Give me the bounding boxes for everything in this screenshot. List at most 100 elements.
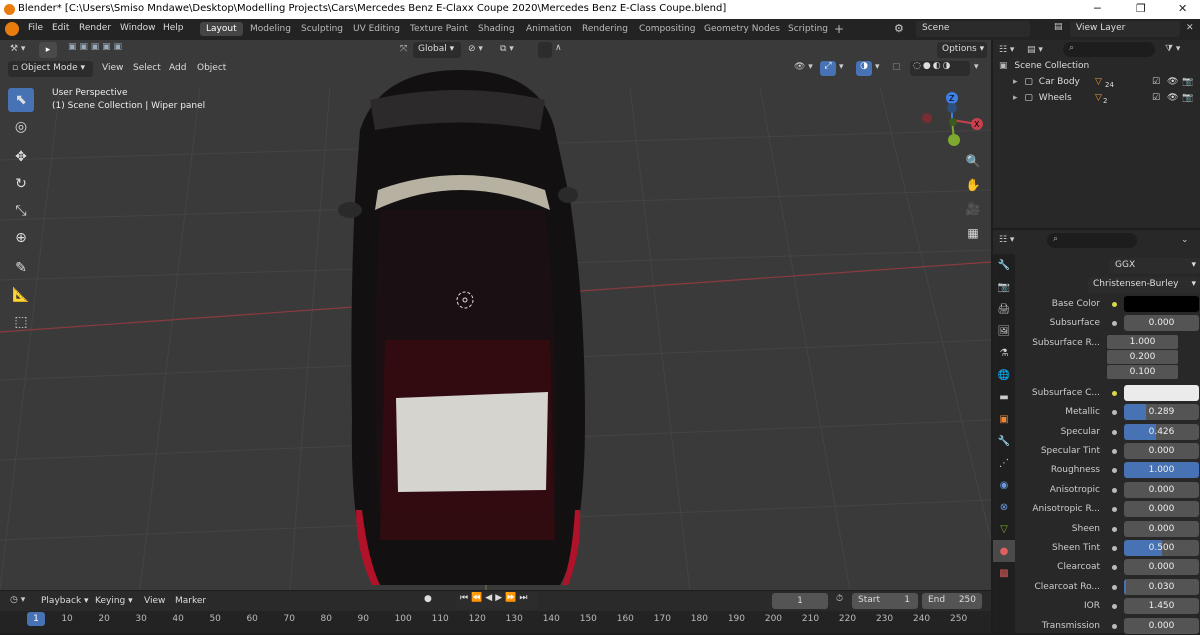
value-slider[interactable]: 0.000 [1124, 520, 1199, 537]
outliner-item-wheels[interactable]: ▸ ▢ Wheels ▽ 2 ☑ 👁 📷 [999, 93, 1195, 109]
view-layer-selector[interactable]: View Layer [1070, 21, 1180, 37]
mode-dropdown[interactable]: ▫ Object Mode ▾ [8, 61, 93, 77]
include-checkbox[interactable]: ☑ [1152, 93, 1160, 103]
value-slider[interactable]: 0.000 [1124, 617, 1199, 634]
end-frame-field[interactable]: End 250 [922, 593, 982, 609]
menu-window[interactable]: Window [120, 23, 156, 33]
tab-layout[interactable]: Layout [200, 22, 243, 36]
gizmo-toggle-icon[interactable]: ⤢ [820, 61, 836, 76]
output-tab-icon[interactable]: 🖨 [993, 298, 1015, 320]
add-cube-tool-icon[interactable]: ⬚ [8, 310, 34, 334]
options-dropdown[interactable]: Options ▾ [937, 42, 987, 58]
physics-tab-icon[interactable]: ◉ [993, 474, 1015, 496]
rotate-tool-icon[interactable]: ↻ [8, 172, 34, 196]
keyframe-dot-icon[interactable] [1112, 526, 1117, 532]
tab-geometry-nodes[interactable]: Geometry Nodes [698, 22, 786, 36]
scale-tool-icon[interactable]: ⤡ [8, 199, 34, 223]
menu-help[interactable]: Help [163, 23, 184, 33]
outliner-search-input[interactable]: ⌕ [1063, 42, 1155, 57]
gizmo-y-icon[interactable] [948, 134, 960, 146]
transform-tool-icon[interactable]: ⊕ [8, 226, 34, 250]
timeline-menu-view[interactable]: View [144, 596, 165, 606]
gizmo-dropdown-icon[interactable]: ▾ [839, 62, 844, 72]
keyframe-dot-icon[interactable] [1112, 487, 1117, 493]
cursor-tool-icon[interactable]: ◎ [8, 115, 34, 139]
pivot-point-icon[interactable]: ⊘ ▾ [468, 44, 483, 54]
tab-uv-editing[interactable]: UV Editing [347, 22, 406, 36]
maximize-icon[interactable]: ❐ [1136, 2, 1146, 15]
texture-tab-icon[interactable]: ▩ [993, 562, 1015, 584]
outliner-editor-icon[interactable]: ☷ ▾ [999, 45, 1014, 55]
overlays-dropdown-icon[interactable]: ▾ [875, 62, 880, 72]
keyframe-dot-icon[interactable] [1112, 410, 1117, 416]
proportional-edit-icon[interactable] [538, 42, 552, 58]
tab-texture-paint[interactable]: Texture Paint [404, 22, 474, 36]
tab-animation[interactable]: Animation [520, 22, 578, 36]
ortho-toggle-icon[interactable]: ▦ [962, 222, 984, 244]
menu-render[interactable]: Render [79, 23, 111, 33]
keyframe-dot-icon[interactable] [1112, 449, 1117, 454]
value-slider[interactable]: 0.500 [1124, 540, 1199, 556]
select-box-icon[interactable]: ▸ [39, 42, 57, 58]
color-swatch[interactable] [1124, 384, 1199, 401]
keyframe-dot-icon[interactable] [1112, 565, 1117, 571]
world-tab-icon[interactable]: 🌐 [993, 364, 1015, 386]
filter-icon[interactable]: ⧩ ▾ [1165, 44, 1180, 54]
expand-arrow-icon[interactable]: ▸ [1013, 93, 1018, 103]
object-tab-icon[interactable]: ▣ [993, 408, 1015, 430]
visibility-icon[interactable]: 👁 ▾ [794, 62, 813, 72]
keyframe-dot-icon[interactable] [1112, 429, 1117, 435]
tab-compositing[interactable]: Compositing [633, 22, 701, 36]
tab-sculpting[interactable]: Sculpting [295, 22, 349, 36]
editor-type-icon[interactable]: ⚒ ▾ [10, 44, 25, 54]
render-tab-icon[interactable]: 📷 [993, 276, 1015, 298]
add-workspace-icon[interactable]: + [834, 22, 844, 36]
scene-tab-icon[interactable]: ⚗ [993, 342, 1015, 364]
properties-options-icon[interactable]: ⌄ [1181, 235, 1189, 245]
viewport-menu-view[interactable]: View [102, 63, 123, 73]
keyframe-dot-icon[interactable] [1112, 302, 1117, 307]
transform-orientation-icon[interactable]: ⤧ [400, 44, 407, 54]
expand-arrow-icon[interactable]: ▸ [1013, 77, 1018, 87]
value-slider[interactable]: 0.000 [1124, 481, 1199, 498]
outliner-display-icon[interactable]: ▤ ▾ [1027, 45, 1043, 55]
3d-viewport[interactable]: ⚒ ▾ ▸ ▣ ▣ ▣ ▣ ▣ ⤧ Global ▾ ⊘ ▾ ⧉ ▾ ∧ Opt… [0, 40, 991, 590]
minimize-icon[interactable]: ─ [1094, 2, 1101, 15]
data-tab-icon[interactable]: ▽ [993, 518, 1015, 540]
vector-field[interactable]: 0.200 [1107, 349, 1178, 364]
include-checkbox[interactable]: ☑ [1152, 77, 1160, 87]
color-swatch[interactable] [1124, 296, 1199, 312]
timeline-menu-keying[interactable]: Keying ▾ [95, 596, 133, 606]
view-layer-icon[interactable]: ▤ [1054, 22, 1063, 32]
value-slider[interactable]: 1.000 [1124, 462, 1199, 479]
falloff-icon[interactable]: ∧ [555, 43, 562, 53]
shading-modes[interactable]: ◌●◐◑ [910, 61, 970, 76]
vector-field[interactable]: 1.000 [1107, 334, 1178, 349]
scene-icon[interactable]: ⚙ [894, 22, 904, 35]
value-slider[interactable]: 1.450 [1124, 598, 1199, 615]
value-slider[interactable]: 0.000 [1124, 559, 1199, 576]
properties-editor-icon[interactable]: ☷ ▾ [999, 235, 1014, 245]
menu-edit[interactable]: Edit [52, 23, 69, 33]
pan-hand-icon[interactable]: ✋ [962, 174, 984, 196]
zoom-icon[interactable]: 🔍 [962, 150, 984, 172]
eye-icon[interactable]: 👁 [1167, 77, 1178, 87]
overlays-toggle-icon[interactable]: ◑ [856, 61, 872, 76]
snap-icon[interactable]: ⧉ ▾ [500, 44, 514, 54]
outliner-scene-collection[interactable]: ▣ Scene Collection [999, 61, 1195, 77]
keyframe-dot-icon[interactable] [1112, 507, 1117, 513]
properties-search-input[interactable]: ⌕ [1047, 233, 1137, 248]
value-slider[interactable]: 0.000 [1124, 315, 1199, 332]
selection-mode-icons[interactable]: ▣ ▣ ▣ ▣ ▣ [68, 42, 142, 58]
camera-icon[interactable]: 📷 [1182, 77, 1193, 87]
menu-file[interactable]: File [28, 23, 43, 33]
particles-tab-icon[interactable]: ⋰ [993, 452, 1015, 474]
tab-modeling[interactable]: Modeling [244, 22, 297, 36]
keyframe-dot-icon[interactable] [1112, 604, 1117, 610]
record-icon[interactable]: ● [424, 594, 432, 604]
timeline-editor-icon[interactable]: ◷ ▾ [10, 595, 25, 605]
value-slider[interactable]: 0.000 [1124, 501, 1199, 518]
outliner-item-car-body[interactable]: ▸ ▢ Car Body ▽ 24 ☑ 👁 📷 [999, 77, 1195, 93]
tab-shading[interactable]: Shading [472, 22, 521, 36]
keyframe-dot-icon[interactable] [1112, 546, 1117, 551]
